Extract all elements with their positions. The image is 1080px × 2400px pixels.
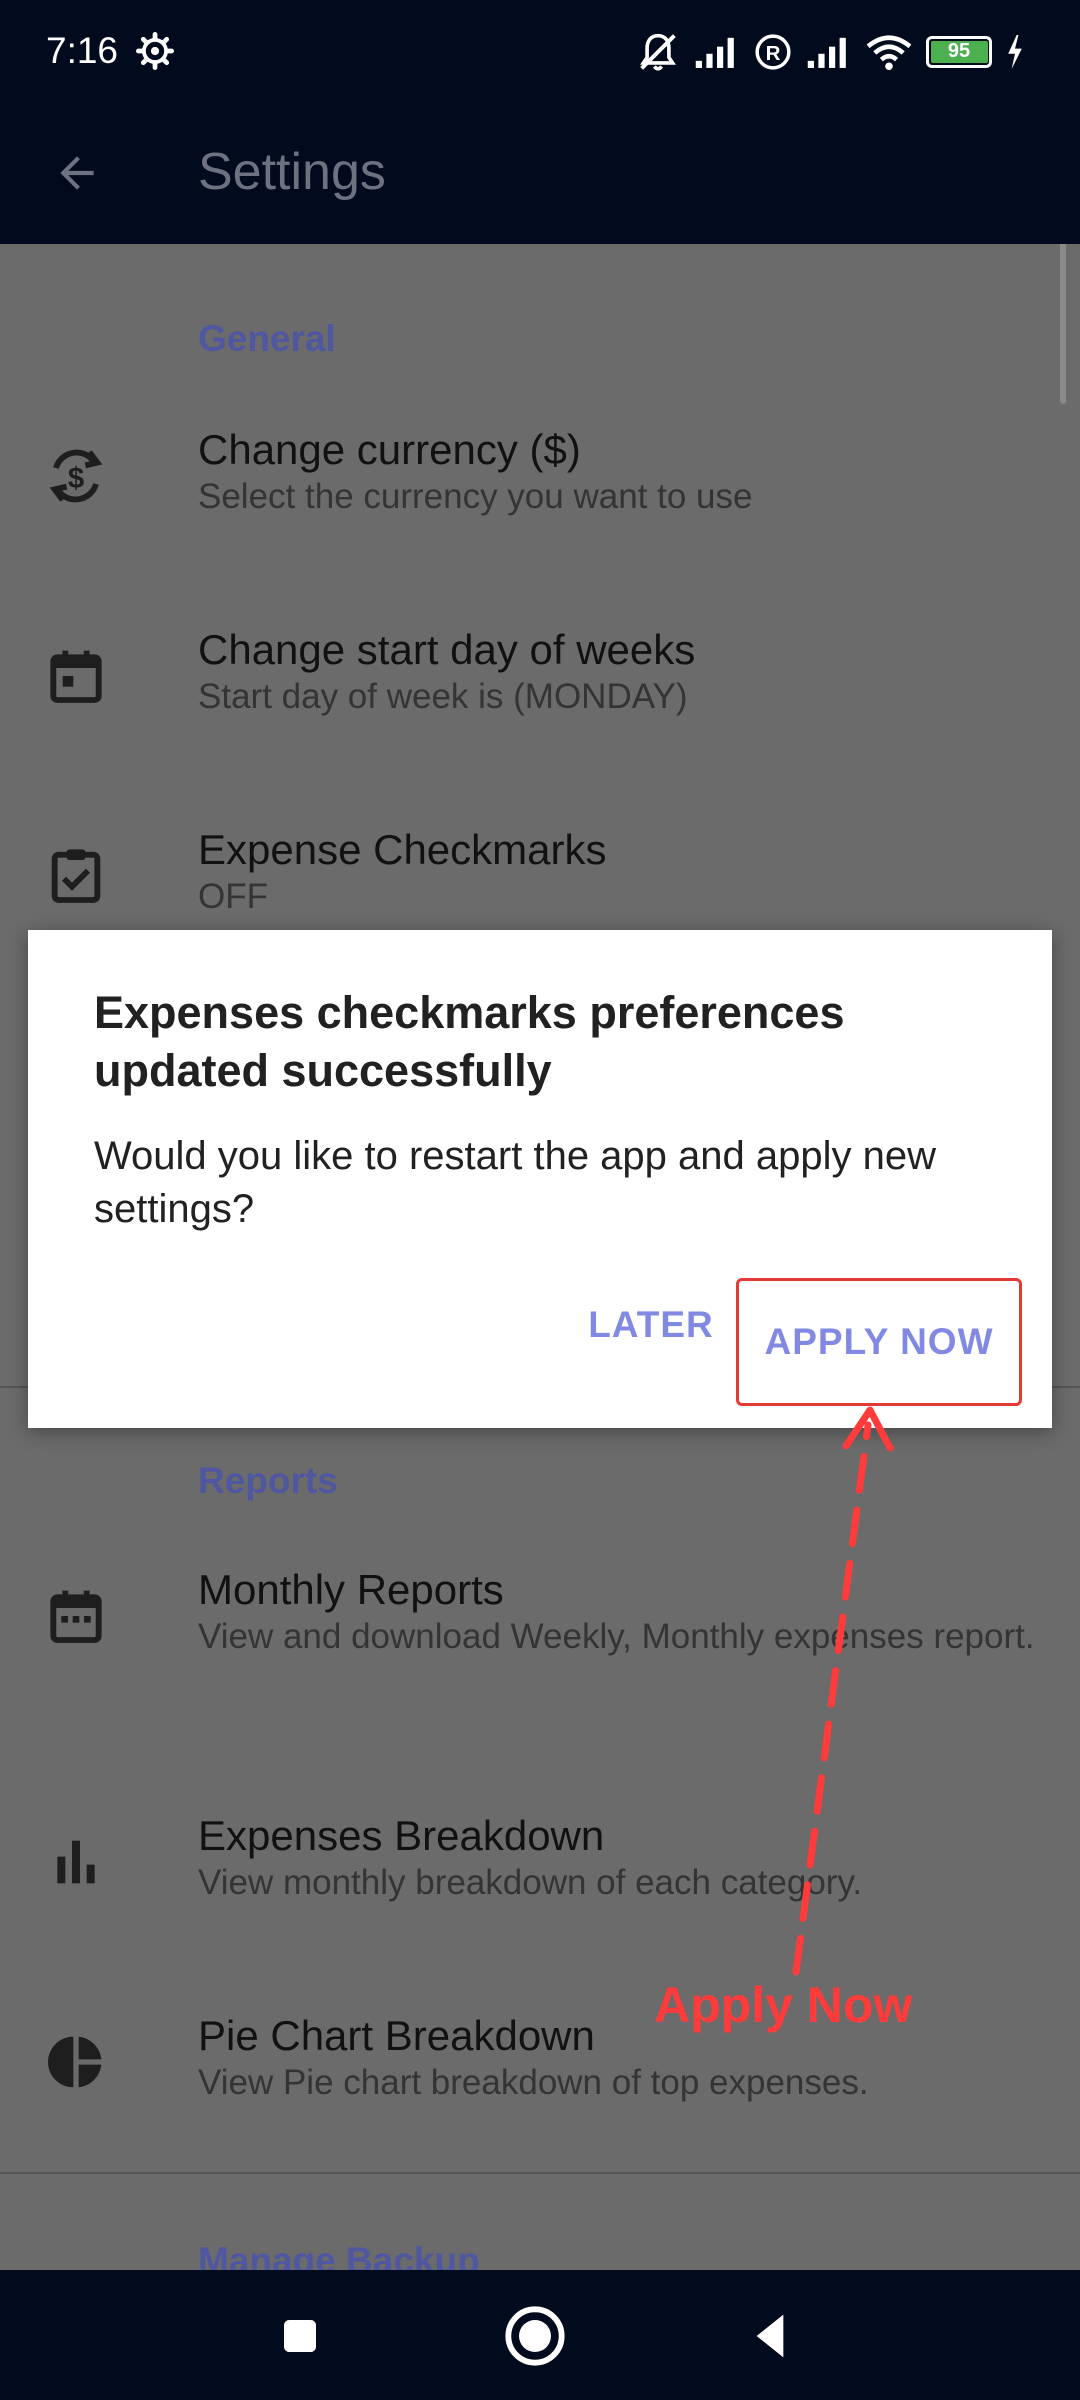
- home-icon[interactable]: [503, 2304, 567, 2368]
- setting-subtitle: View Pie chart breakdown of top expenses…: [198, 2063, 869, 2102]
- setting-subtitle: Start day of week is (MONDAY): [198, 677, 688, 716]
- signal-icon: [695, 37, 734, 68]
- section-divider: [0, 2172, 1080, 2174]
- roaming-icon: R: [755, 34, 791, 70]
- svg-text:$: $: [68, 462, 84, 495]
- calendar-month-icon: [50, 1590, 102, 1643]
- calendar-icon: [50, 650, 102, 703]
- navigation-bar: [0, 2270, 1080, 2400]
- setting-title: Monthly Reports: [198, 1566, 504, 1613]
- page-title: Settings: [198, 143, 386, 201]
- setting-title: Change start day of weeks: [198, 626, 696, 673]
- setting-title: Change currency ($): [198, 426, 581, 473]
- setting-title: Pie Chart Breakdown: [198, 2012, 595, 2059]
- setting-monthly-reports[interactable]: Monthly Reports View and download Weekly…: [0, 1544, 1080, 1764]
- battery-icon: 95: [926, 36, 992, 68]
- scrollbar[interactable]: [1060, 244, 1066, 404]
- bar-chart-icon: [57, 1840, 95, 1884]
- back-icon[interactable]: [738, 2304, 802, 2368]
- signal-icon: [807, 37, 846, 68]
- battery-level: 95: [947, 40, 971, 62]
- setting-expenses-breakdown[interactable]: Expenses Breakdown View monthly breakdow…: [0, 1790, 1080, 1980]
- back-arrow-icon[interactable]: [52, 148, 102, 198]
- section-header-backup: Manage Backup: [198, 2240, 480, 2270]
- setting-subtitle: View monthly breakdown of each category.: [198, 1863, 863, 1902]
- svg-text:R: R: [766, 42, 781, 65]
- dialog-title: Expenses checkmarks preferences updated …: [94, 987, 845, 1096]
- setting-change-currency[interactable]: $ Change currency ($) Select the currenc…: [0, 404, 1080, 594]
- wifi-icon: [866, 35, 912, 71]
- recents-icon[interactable]: [268, 2304, 332, 2368]
- restart-dialog: Expenses checkmarks preferences updated …: [28, 930, 1052, 1428]
- checklist-icon: [51, 849, 101, 903]
- currency-exchange-icon: $: [49, 449, 103, 503]
- setting-start-day[interactable]: Change start day of weeks Start day of w…: [0, 604, 1080, 794]
- setting-subtitle: OFF: [198, 877, 268, 916]
- status-icons: R 95: [636, 30, 1024, 74]
- setting-subtitle: Select the currency you want to use: [198, 477, 753, 516]
- setting-subtitle: View and download Weekly, Monthly expens…: [198, 1617, 1035, 1656]
- setting-pie-chart-breakdown[interactable]: Pie Chart Breakdown View Pie chart break…: [0, 1990, 1080, 2180]
- dialog-message: Would you like to restart the app and ap…: [94, 1134, 936, 1231]
- gear-icon: [136, 32, 174, 70]
- pie-chart-icon: [48, 2036, 102, 2088]
- later-button[interactable]: LATER: [576, 1270, 726, 1380]
- charging-icon: [1008, 35, 1022, 69]
- section-header-reports: Reports: [198, 1460, 338, 1501]
- apply-now-button[interactable]: APPLY NOW: [736, 1278, 1022, 1406]
- setting-title: Expenses Breakdown: [198, 1812, 605, 1859]
- status-bar: 7:16 R 95: [0, 0, 1080, 106]
- app-bar: Settings: [0, 106, 1080, 244]
- mute-icon: [640, 33, 676, 71]
- section-header-general: General: [198, 318, 336, 359]
- status-time: 7:16: [46, 30, 119, 71]
- annotation-label: Apply Now: [654, 1977, 913, 2033]
- setting-title: Expense Checkmarks: [198, 826, 607, 873]
